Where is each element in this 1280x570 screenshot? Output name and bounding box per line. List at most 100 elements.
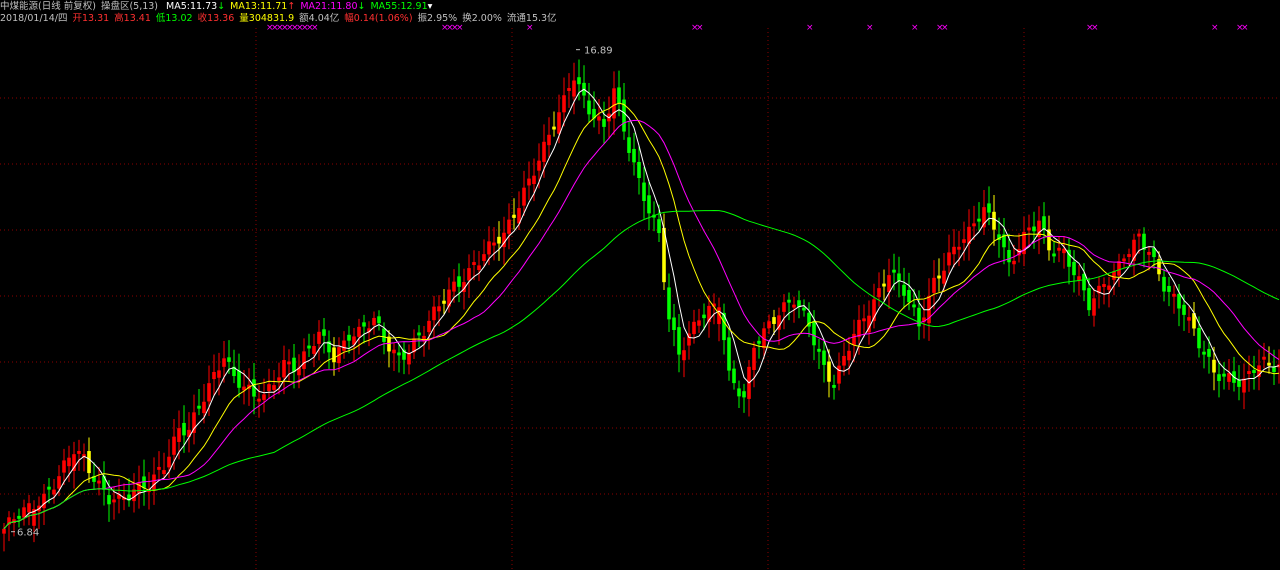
candle-body [792,304,796,308]
candle-body [897,273,901,282]
stock-chart-window: × × × × × × × × × × × × × × × × × × × × × × × × × × × 16.89 6.84 中煤… [0,0,1280,570]
candle-body [1087,288,1091,311]
candle-body [632,148,636,163]
candle-body [62,460,66,473]
candle-body [1122,258,1126,262]
candle-body [212,372,216,380]
candle-body [552,126,556,130]
header-line-2: 2018/01/14/四 开13.31 高13.41 低13.02 收13.36 量304… [0,13,562,25]
candle-body [847,350,851,361]
candle-body [532,175,536,185]
candle-body [1217,374,1221,382]
candle-body [697,320,701,326]
candle-body [837,365,841,384]
ma-line [3,209,1280,530]
extreme-labels: 16.89 6.84 [11,46,613,539]
candle-body [457,276,461,287]
candle-body [1197,328,1201,349]
candle-body [1102,284,1106,287]
candle-body [732,368,736,384]
candle-body [782,302,786,312]
candle-body [1202,351,1206,355]
candle-body [292,357,296,372]
candle-body [527,178,531,186]
signal-marker-icon: × [806,23,814,33]
candle-body [152,474,156,490]
candle-body [452,281,456,292]
quote-info: 2018/01/14/四 开13.31 高13.41 低13.02 收13.36 量304… [0,13,562,24]
candle-body [302,351,306,369]
candle-body [752,347,756,370]
candlestick-chart[interactable]: ×××××××××× ×××× × ×× × × × ×× ×× × ×× 16.896.84 [0,0,1280,570]
candle-body [852,333,856,346]
candle-body [692,321,696,335]
candle-body [862,318,866,322]
candle-body [1212,359,1216,373]
candle-body [972,223,976,227]
candle-body [1082,273,1086,291]
candle-body [317,331,321,344]
candle-body [537,160,541,171]
candle-body [287,361,291,365]
candle-body [802,307,806,311]
candle-body [382,328,386,342]
candle-body [1092,298,1096,316]
candle-body [757,340,761,344]
candle-body [1027,227,1031,231]
signal-marker-icon: × [941,23,949,33]
candle-body [492,242,496,246]
candle-body [637,161,641,179]
candle-body [1007,249,1011,263]
candle-body [487,241,491,255]
candle-body [47,486,51,490]
stock-title: 中煤能源(日线 前复权) [0,1,96,12]
candle-body [952,246,956,255]
candle-body [992,211,996,230]
candle-body [392,349,396,354]
candle-body [677,327,681,355]
candle-body [347,334,351,341]
candle-body [277,377,281,381]
candle-body [1207,348,1211,357]
quote-field: 量304831.9 [239,13,295,24]
candle-body [547,134,551,146]
candle-body [207,383,211,402]
candle-body [1147,251,1151,255]
ma-trend-arrow-icon: ↓ [357,1,366,12]
candle-body [27,503,31,513]
quote-field: 流通15.3亿 [506,13,557,24]
candle-body [682,350,686,361]
candle-body [907,290,911,303]
candle-body [1117,261,1121,276]
candle-body [407,352,411,365]
candle-body [1242,378,1246,393]
candle-body [857,319,861,338]
candle-body [772,317,776,324]
candle-body [627,137,631,153]
candle-body [672,317,676,330]
candle-body [112,499,116,503]
candle-body [567,88,571,91]
candle-body [377,316,381,324]
candle-body [107,495,111,505]
candle-body [702,314,706,319]
candle-body [987,203,991,213]
candle-body [417,332,421,336]
ma-legend-item: MA55:12.91▾ [370,1,432,12]
candle-body [1252,370,1256,373]
candle-body [322,329,326,336]
candle-body [67,457,71,467]
candle-body [737,388,741,397]
candle-body [957,246,961,250]
candle-body [172,436,176,455]
candle-body [1127,254,1131,257]
candle-body [1167,285,1171,292]
candle-body [262,394,266,400]
candle-body [202,401,206,414]
candle-body [1187,317,1191,321]
candle-body [882,283,886,287]
candle-body [357,326,361,337]
candle-body [167,456,171,468]
high-price-label: 16.89 [584,46,613,57]
quote-field: 换2.00% [462,13,502,24]
